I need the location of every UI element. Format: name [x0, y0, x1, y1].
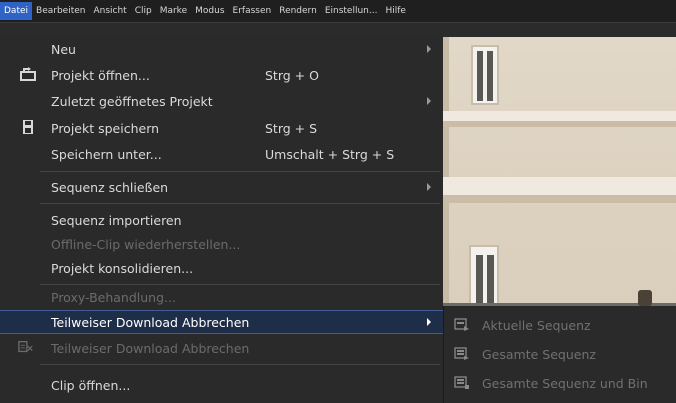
submenu-item-aktuelle-sequenz[interactable]: Aktuelle Sequenz	[444, 313, 676, 337]
menu-item-sequenz-schliessen[interactable]: Sequenz schließen	[0, 175, 443, 199]
current-sequence-icon	[454, 318, 469, 331]
menu-item-label: Sequenz importieren	[51, 213, 182, 228]
submenu-item-gesamte-sequenz[interactable]: Gesamte Sequenz	[444, 342, 676, 366]
shortcut-label: Strg + S	[265, 121, 318, 136]
facade-band-shadow	[443, 195, 676, 203]
menu-item-projekt-oeffnen[interactable]: Projekt öffnen... Strg + O	[0, 63, 443, 87]
menu-item-offline-clip: Offline-Clip wiederherstellen...	[0, 232, 443, 256]
sequence-and-bin-icon	[454, 376, 469, 389]
menu-datei[interactable]: Datei	[0, 2, 33, 20]
submenu-arrow-icon	[427, 97, 431, 105]
facade-band-shadow	[443, 121, 676, 127]
shortcut-label: Strg + O	[265, 68, 319, 83]
open-project-icon	[20, 67, 36, 81]
menu-separator	[40, 171, 440, 172]
menu-item-teilweiser-download-submenu[interactable]: Teilweiser Download Abbrechen	[0, 310, 443, 334]
door-ornament	[638, 290, 652, 306]
menu-separator	[40, 203, 440, 204]
menu-item-label: Sequenz schließen	[51, 180, 169, 195]
facade-band	[443, 111, 676, 121]
menu-marke[interactable]: Marke	[156, 2, 191, 20]
menu-einstellungen[interactable]: Einstellun...	[321, 2, 382, 20]
menu-item-label: Proxy-Behandlung...	[51, 290, 176, 305]
menu-bearbeiten[interactable]: Bearbeiten	[32, 2, 89, 20]
submenu-arrow-icon	[427, 45, 431, 53]
menu-item-label: Clip öffnen...	[51, 378, 131, 393]
file-menu-dropdown: Neu Projekt öffnen... Strg + O Zuletzt g…	[0, 37, 443, 403]
menu-item-label: Speichern unter...	[51, 147, 162, 162]
menu-item-label: Zuletzt geöffnetes Projekt	[51, 94, 213, 109]
submenu-item-gesamte-sequenz-und-bin[interactable]: Gesamte Sequenz und Bin	[444, 371, 676, 395]
menu-item-zuletzt-geoeffnet[interactable]: Zuletzt geöffnetes Projekt	[0, 89, 443, 113]
submenu-arrow-icon	[427, 318, 431, 326]
menu-item-label: Neu	[51, 42, 76, 57]
menu-item-label: Teilweiser Download Abbrechen	[51, 315, 250, 330]
submenu-item-label: Aktuelle Sequenz	[482, 318, 591, 333]
submenu-item-label: Gesamte Sequenz und Bin	[482, 376, 648, 391]
menu-bar: Datei Bearbeiten Ansicht Clip Marke Modu…	[0, 0, 676, 23]
save-icon	[23, 120, 33, 134]
menu-item-sequenz-importieren[interactable]: Sequenz importieren	[0, 208, 443, 232]
menu-item-projekt-konsolidieren[interactable]: Projekt konsolidieren...	[0, 256, 443, 280]
menu-item-label: Projekt speichern	[51, 121, 160, 136]
menu-item-label: Offline-Clip wiederherstellen...	[51, 237, 241, 252]
facade-band	[443, 177, 676, 195]
menu-modus[interactable]: Modus	[191, 2, 228, 20]
menu-clip[interactable]: Clip	[131, 2, 156, 20]
building-window	[471, 45, 499, 105]
menu-item-clip-oeffnen[interactable]: Clip öffnen...	[0, 373, 443, 397]
building-window	[469, 245, 499, 305]
whole-sequence-icon	[454, 347, 469, 360]
menu-item-neu[interactable]: Neu	[0, 37, 443, 61]
menu-separator	[40, 364, 440, 365]
menu-item-label: Teilweiser Download Abbrechen	[51, 341, 250, 356]
menu-item-label: Projekt öffnen...	[51, 68, 150, 83]
cancel-download-icon	[18, 341, 33, 353]
menu-item-teilweiser-download-abbrechen: Teilweiser Download Abbrechen	[0, 336, 443, 360]
menu-item-proxy-behandlung: Proxy-Behandlung...	[0, 285, 443, 309]
menu-rendern[interactable]: Rendern	[275, 2, 321, 20]
shortcut-label: Umschalt + Strg + S	[265, 147, 395, 162]
menu-hilfe[interactable]: Hilfe	[381, 2, 409, 20]
cancel-download-submenu: Aktuelle Sequenz Gesamte Sequenz Gesamte…	[443, 306, 676, 403]
menu-item-label: Projekt konsolidieren...	[51, 261, 194, 276]
menu-item-projekt-speichern[interactable]: Projekt speichern Strg + S	[0, 116, 443, 140]
submenu-item-label: Gesamte Sequenz	[482, 347, 596, 362]
menu-item-speichern-unter[interactable]: Speichern unter... Umschalt + Strg + S	[0, 142, 443, 166]
menu-erfassen[interactable]: Erfassen	[229, 2, 276, 20]
submenu-arrow-icon	[427, 183, 431, 191]
menu-ansicht[interactable]: Ansicht	[89, 2, 130, 20]
